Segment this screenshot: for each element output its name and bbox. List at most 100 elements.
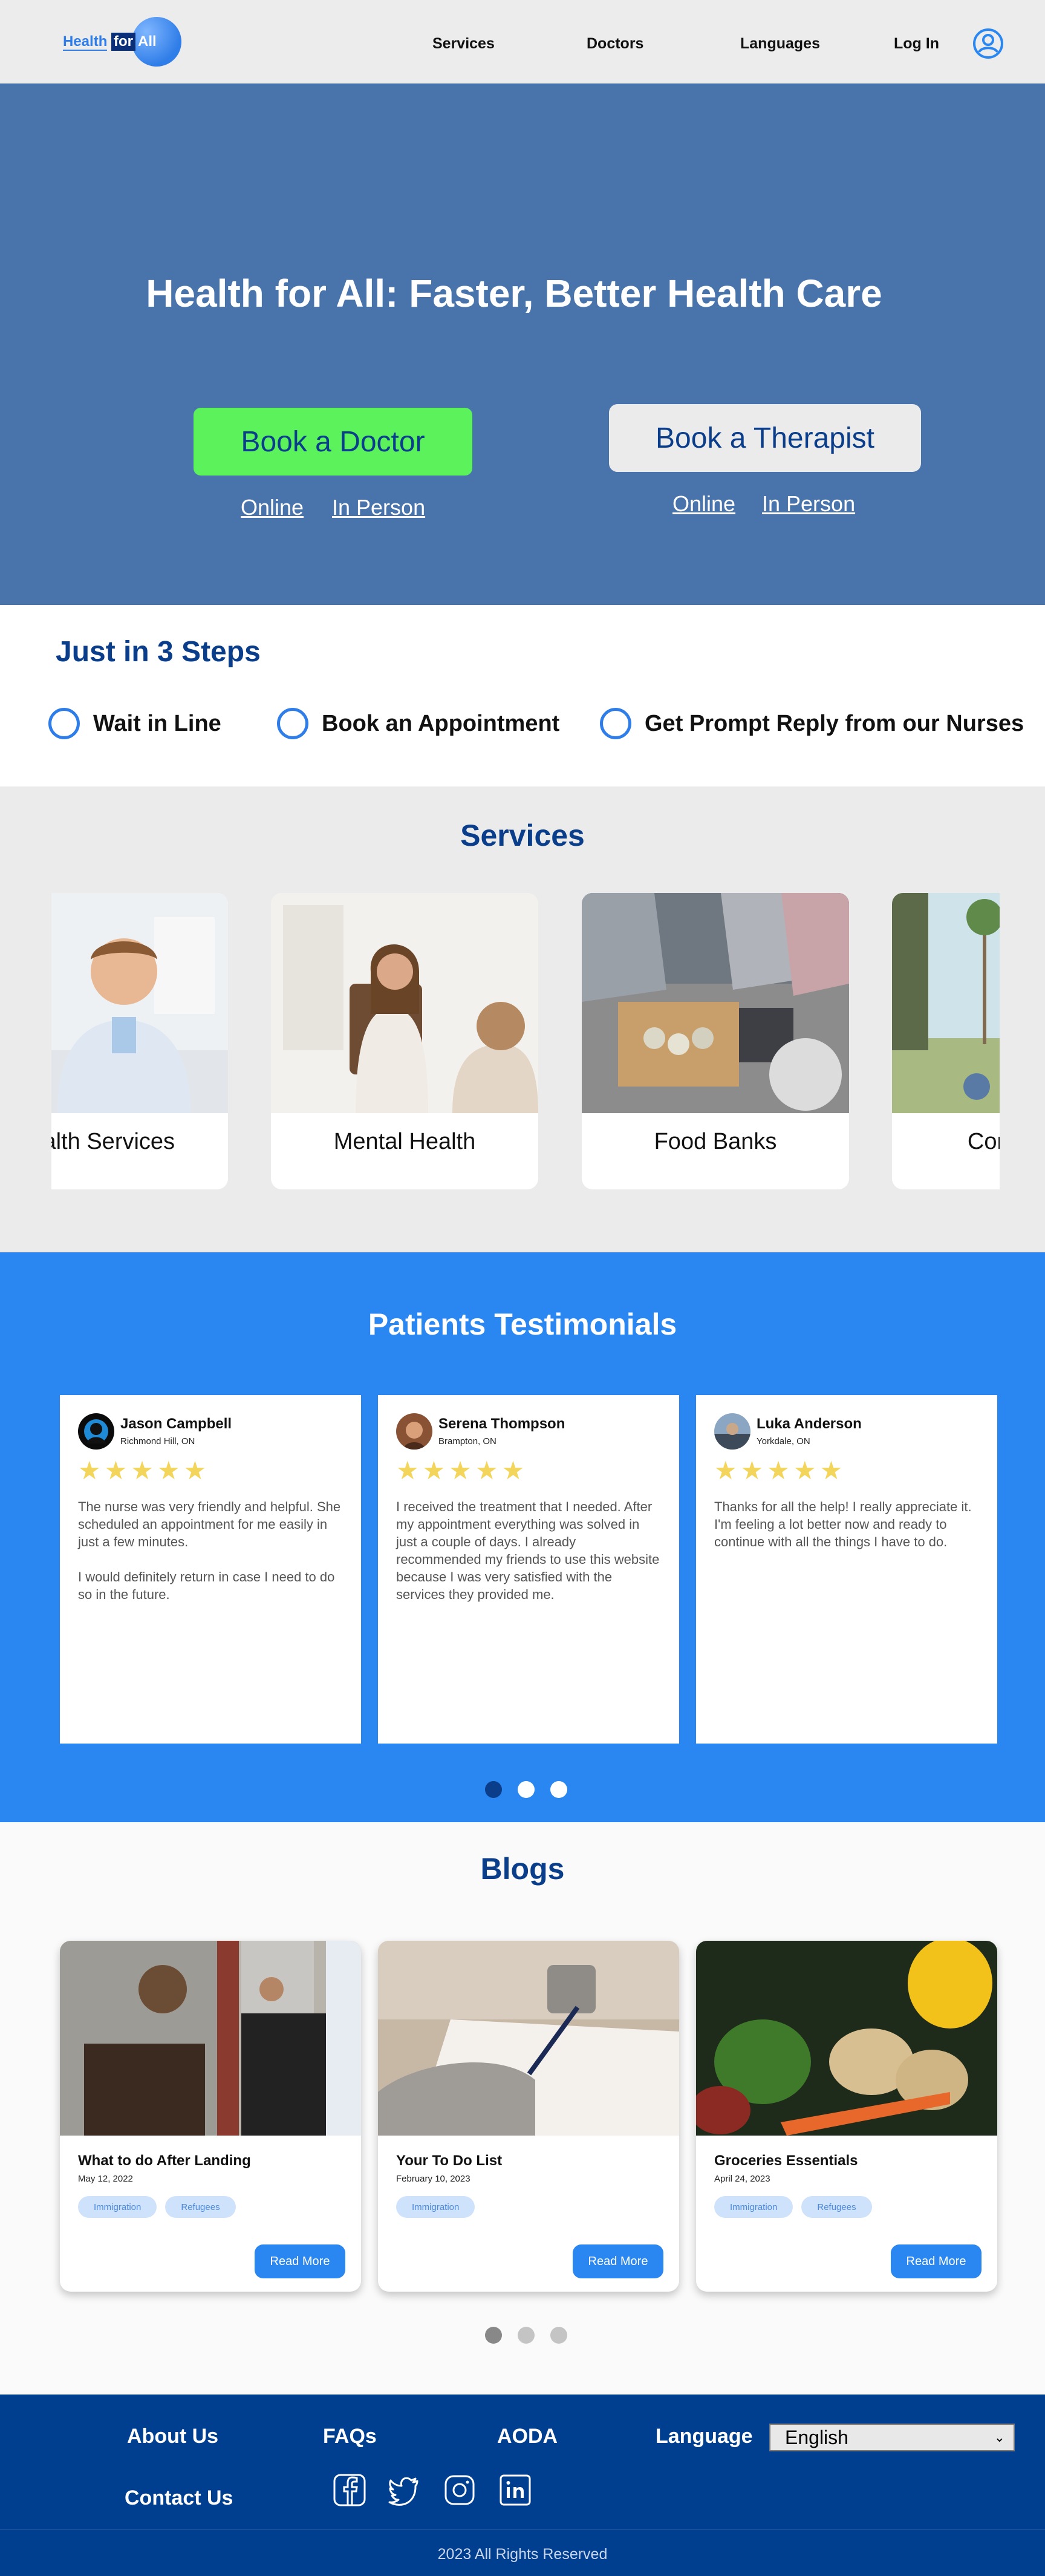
blog-title: Your To Do List	[396, 2153, 503, 2169]
services-carousel[interactable]: Health Services Mental Health	[51, 893, 1000, 1192]
tag-immigration[interactable]: Immigration	[396, 2196, 475, 2218]
linkedin-icon[interactable]	[498, 2473, 532, 2507]
testimonial-location: Yorkdale, ON	[757, 1436, 810, 1447]
testimonials-section: Patients Testimonials Jason Campbell Ric…	[0, 1252, 1045, 1822]
therapist-online-link[interactable]: Online	[672, 491, 735, 517]
therapist-in-person-link[interactable]: In Person	[762, 491, 855, 517]
footer-aoda-link[interactable]: AODA	[497, 2425, 558, 2448]
pagination-dot[interactable]	[518, 1781, 535, 1798]
service-card-health[interactable]: Health Services	[51, 893, 228, 1189]
testimonial-card: Luka Anderson Yorkdale, ON ★★★★★ Thanks …	[696, 1395, 997, 1744]
writing-list-photo	[378, 1941, 679, 2136]
blog-title: What to do After Landing	[78, 2153, 251, 2169]
pagination-dot[interactable]	[550, 2327, 567, 2344]
step-circle-icon	[48, 708, 80, 739]
service-label: Community	[967, 1129, 1000, 1154]
step-item: Get Prompt Reply from our Nurses	[600, 707, 1024, 740]
logo-word-for: for	[111, 33, 135, 51]
blogs-pagination	[485, 2327, 567, 2344]
read-more-button[interactable]: Read More	[891, 2244, 982, 2278]
language-select[interactable]: English ⌄	[769, 2424, 1015, 2451]
steps-title: Just in 3 Steps	[56, 636, 261, 668]
community-park-photo	[892, 893, 1000, 1113]
language-select-value: English	[785, 2427, 848, 2448]
service-card-food-banks[interactable]: Food Banks	[582, 893, 849, 1189]
footer-contact-link[interactable]: Contact Us	[125, 2486, 233, 2510]
hero-section: Health for All: Faster, Better Health Ca…	[0, 83, 1045, 605]
tag-refugees[interactable]: Refugees	[801, 2196, 872, 2218]
services-section: Services Health Services	[0, 786, 1045, 1252]
chevron-down-icon: ⌄	[994, 2430, 1005, 2445]
footer-faqs-link[interactable]: FAQs	[323, 2425, 377, 2448]
nav-doctors[interactable]: Doctors	[587, 35, 643, 53]
pagination-dot[interactable]	[518, 2327, 535, 2344]
pagination-dot[interactable]	[550, 1781, 567, 1798]
step-label: Get Prompt Reply from our Nurses	[645, 710, 1024, 736]
doctor-in-person-link[interactable]: In Person	[332, 495, 425, 520]
testimonial-name: Luka Anderson	[757, 1416, 862, 1432]
service-card-mental-health[interactable]: Mental Health	[271, 893, 538, 1189]
step-circle-icon	[600, 708, 631, 739]
footer-about-link[interactable]: About Us	[127, 2425, 218, 2448]
moving-boxes-photo	[60, 1941, 361, 2136]
testimonial-name: Jason Campbell	[120, 1416, 232, 1432]
blog-tags: Immigration Refugees	[714, 2196, 872, 2218]
logo-word-health: Health	[63, 33, 108, 51]
book-therapist-button[interactable]: Book a Therapist	[609, 404, 921, 472]
pagination-dot-active[interactable]	[485, 2327, 502, 2344]
logo-word-all: All	[138, 33, 157, 50]
therapy-session-photo	[271, 893, 538, 1113]
avatar	[78, 1413, 114, 1450]
testimonial-card: Jason Campbell Richmond Hill, ON ★★★★★ T…	[60, 1395, 361, 1744]
copyright-text: 2023 All Rights Reserved	[437, 2546, 608, 2563]
steps-section: Just in 3 Steps Wait in Line Book an App…	[0, 605, 1045, 786]
food-bank-photo	[582, 893, 849, 1113]
blog-card[interactable]: Your To Do List February 10, 2023 Immigr…	[378, 1941, 679, 2292]
read-more-button[interactable]: Read More	[255, 2244, 345, 2278]
nav-login[interactable]: Log In	[894, 35, 939, 53]
service-card-community[interactable]: Community	[892, 893, 1000, 1189]
site-header: Health for All Services Doctors Language…	[0, 0, 1045, 83]
testimonials-pagination	[485, 1781, 567, 1798]
tag-refugees[interactable]: Refugees	[165, 2196, 236, 2218]
tag-immigration[interactable]: Immigration	[78, 2196, 157, 2218]
hero-title: Health for All: Faster, Better Health Ca…	[146, 272, 882, 315]
pagination-dot-active[interactable]	[485, 1781, 502, 1798]
testimonial-text: Thanks for all the help! I really apprec…	[714, 1499, 972, 1549]
blog-tags: Immigration	[396, 2196, 475, 2218]
tag-immigration[interactable]: Immigration	[714, 2196, 793, 2218]
nav-languages[interactable]: Languages	[740, 35, 820, 53]
book-doctor-button[interactable]: Book a Doctor	[194, 408, 472, 476]
facebook-icon[interactable]	[333, 2473, 366, 2507]
blog-tags: Immigration Refugees	[78, 2196, 236, 2218]
vegetables-photo	[696, 1941, 997, 2136]
testimonials-title: Patients Testimonials	[368, 1307, 677, 1341]
testimonial-name: Serena Thompson	[438, 1416, 565, 1432]
testimonial-location: Brampton, ON	[438, 1436, 496, 1447]
blog-card[interactable]: Groceries Essentials April 24, 2023 Immi…	[696, 1941, 997, 2292]
avatar	[714, 1413, 750, 1450]
services-title: Services	[460, 819, 585, 852]
service-label: Food Banks	[654, 1129, 777, 1154]
blog-title: Groceries Essentials	[714, 2153, 858, 2169]
step-label: Wait in Line	[93, 710, 221, 736]
nav-services[interactable]: Services	[432, 35, 495, 53]
user-circle-icon[interactable]	[972, 28, 1004, 59]
read-more-button[interactable]: Read More	[573, 2244, 663, 2278]
star-rating: ★★★★★	[714, 1456, 847, 1485]
step-label: Book an Appointment	[322, 710, 560, 736]
testimonial-location: Richmond Hill, ON	[120, 1436, 195, 1447]
testimonial-text: I received the treatment that I needed. …	[396, 1499, 660, 1602]
blog-date: May 12, 2022	[78, 2174, 133, 2184]
doctor-online-link[interactable]: Online	[241, 495, 304, 520]
blog-card[interactable]: What to do After Landing May 12, 2022 Im…	[60, 1941, 361, 2292]
service-label: Health Services	[51, 1129, 175, 1154]
testimonial-card: Serena Thompson Brampton, ON ★★★★★ I rec…	[378, 1395, 679, 1744]
avatar	[396, 1413, 432, 1450]
site-footer: About Us FAQs AODA Language English ⌄ Co…	[0, 2395, 1045, 2576]
twitter-icon[interactable]	[387, 2473, 421, 2507]
step-item: Wait in Line	[48, 707, 221, 740]
instagram-icon[interactable]	[443, 2473, 477, 2507]
logo[interactable]: Health for All	[60, 17, 184, 67]
star-rating: ★★★★★	[78, 1456, 210, 1485]
